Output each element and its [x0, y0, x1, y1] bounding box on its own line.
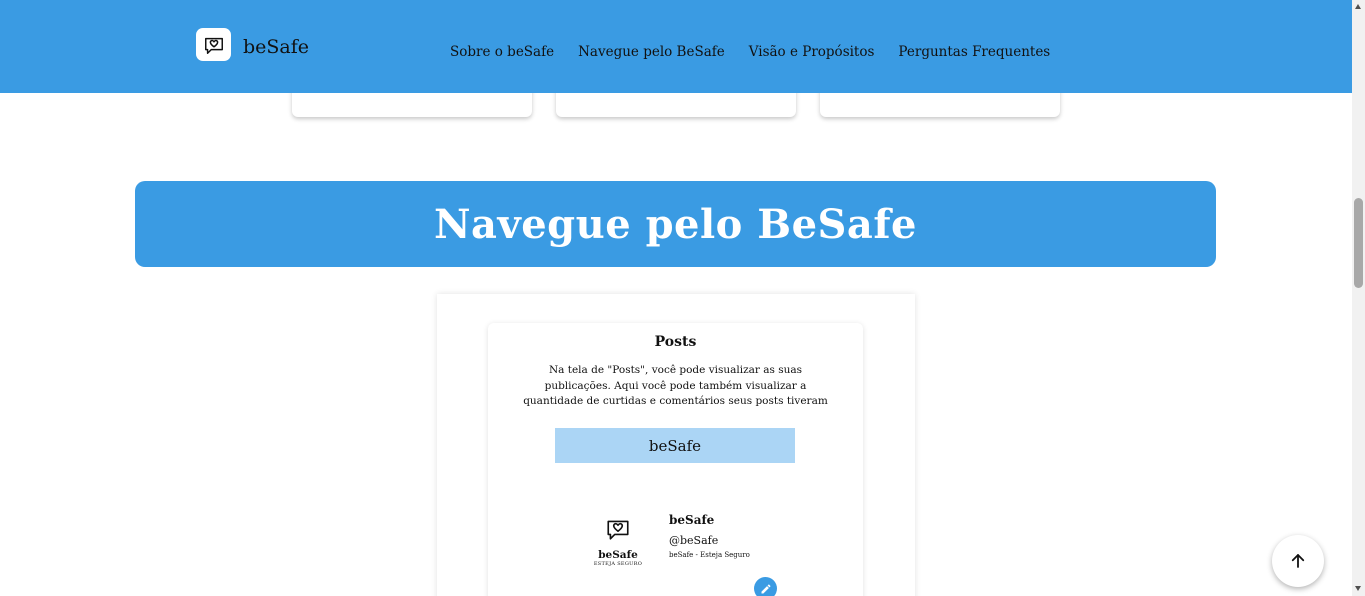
page-scrollbar[interactable] — [1352, 0, 1365, 596]
mock-profile-bio: beSafe - Esteja Seguro — [669, 551, 750, 559]
nav-item-perguntas[interactable]: Perguntas Frequentes — [898, 44, 1050, 60]
arrow-up-icon — [1291, 554, 1305, 568]
nav-item-visao[interactable]: Visão e Propósitos — [749, 44, 875, 60]
scroll-down-arrow-icon[interactable] — [1355, 586, 1361, 591]
mock-logo-name: beSafe — [598, 549, 638, 561]
section-title: Navegue pelo BeSafe — [433, 200, 918, 248]
main-nav: Sobre o beSafe Navegue pelo BeSafe Visão… — [450, 44, 1050, 60]
mock-logo-tagline: ESTEJA SEGURO — [593, 561, 643, 567]
posts-card-description: Na tela de "Posts", você pode visualizar… — [523, 364, 828, 407]
nav-item-sobre[interactable]: Sobre o beSafe — [450, 44, 554, 60]
scroll-up-arrow-icon[interactable] — [1355, 4, 1361, 9]
page: beSafe Sobre o beSafe Navegue pelo BeSaf… — [0, 0, 1365, 596]
scroll-to-top-button[interactable] — [1272, 535, 1324, 587]
posts-card: Posts Na tela de "Posts", você pode visu… — [488, 323, 863, 596]
brand-logo[interactable] — [196, 28, 231, 61]
mock-profile-logo: beSafe ESTEJA SEGURO — [593, 516, 643, 567]
brand-name[interactable]: beSafe — [243, 36, 309, 58]
nav-item-navegue[interactable]: Navegue pelo BeSafe — [578, 44, 725, 60]
top-navbar: beSafe Sobre o beSafe Navegue pelo BeSaf… — [0, 0, 1352, 93]
section-banner: Navegue pelo BeSafe — [135, 181, 1216, 267]
heart-chat-icon — [204, 37, 223, 54]
edit-button[interactable] — [754, 577, 777, 596]
pencil-icon — [761, 583, 771, 593]
mock-profile-name: beSafe — [669, 513, 715, 527]
posts-card-title: Posts — [654, 334, 697, 350]
heart-chat-icon — [607, 520, 629, 540]
scrollbar-thumb[interactable] — [1354, 198, 1363, 288]
mock-app-header: beSafe — [555, 428, 795, 463]
mock-profile-handle: @beSafe — [669, 534, 719, 547]
